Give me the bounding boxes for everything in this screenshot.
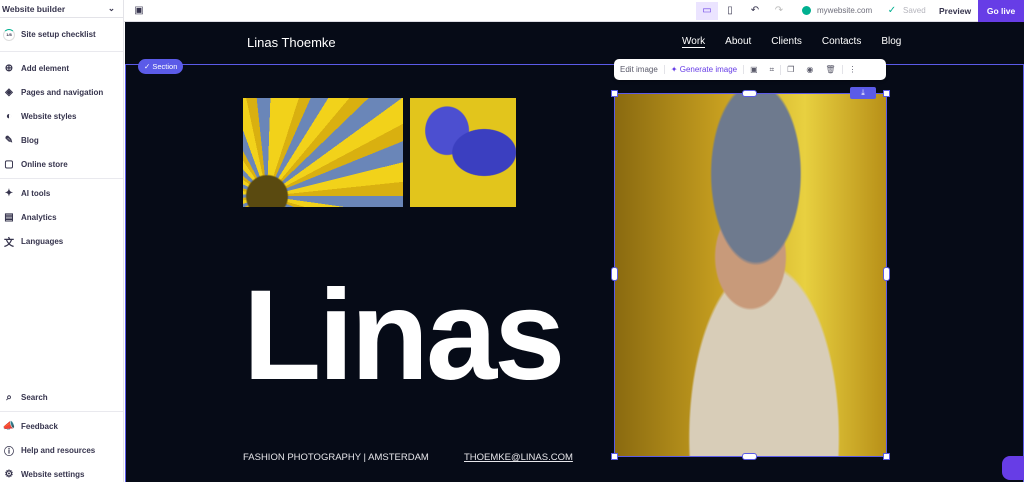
chevron-down-icon: ⌄ xyxy=(107,3,115,13)
sidebar-item-search[interactable]: ⌕ Search xyxy=(0,385,123,409)
site-canvas: Linas Thoemke Work About Clients Contact… xyxy=(125,22,1024,482)
gear-icon: ⚙ xyxy=(4,468,14,480)
sidebar-item-label: Website styles xyxy=(21,111,77,121)
download-icon[interactable]: ⤓ xyxy=(850,87,876,99)
sidebar-item-pages[interactable]: ◈ Pages and navigation xyxy=(0,80,123,104)
sidebar-item-feedback[interactable]: 📣 Feedback xyxy=(0,414,123,438)
nav-blog[interactable]: Blog xyxy=(881,36,901,48)
resize-handle-br[interactable] xyxy=(883,453,890,460)
yellow-flower-photo[interactable] xyxy=(243,98,403,207)
trash-icon[interactable]: 🗑 xyxy=(819,65,843,74)
preview-button[interactable]: Preview xyxy=(939,2,971,20)
domain-link[interactable]: mywebsite.com xyxy=(817,2,872,20)
sidebar-item-checklist[interactable]: 1/8 Site setup checklist xyxy=(0,18,123,52)
nav-about[interactable]: About xyxy=(725,36,751,48)
search-icon: ⌕ xyxy=(6,391,12,403)
desktop-view-icon[interactable]: ▭ xyxy=(696,1,718,20)
section-badge-label: Section xyxy=(152,62,178,71)
site-logo-text[interactable]: Linas Thoemke xyxy=(247,35,336,50)
image-toolbar: Edit image ✦ Generate image ▣ ⌗ ❐ ◉ 🗑 ⋮ xyxy=(614,59,886,80)
sidebar-item-help[interactable]: ⓘ Help and resources xyxy=(0,438,123,462)
sidebar-item-label: Blog xyxy=(21,135,39,145)
toggle-sidebar-icon[interactable]: ▣ xyxy=(132,2,146,20)
go-live-button[interactable]: Go live xyxy=(978,0,1024,22)
resize-handle-t[interactable] xyxy=(742,90,757,97)
nav-work[interactable]: Work xyxy=(682,36,706,48)
sidebar-item-analytics[interactable]: ▤ Analytics xyxy=(0,205,123,229)
sidebar-item-label: Online store xyxy=(21,159,68,169)
sidebar-item-label: Analytics xyxy=(21,212,57,222)
megaphone-icon: 📣 xyxy=(2,420,16,432)
nav-clients[interactable]: Clients xyxy=(771,36,802,48)
resize-handle-b[interactable] xyxy=(742,453,757,460)
sidebar-item-label: Website settings xyxy=(21,469,85,479)
palette-icon: ◐ xyxy=(5,110,13,122)
pen-icon: ✎ xyxy=(4,134,14,146)
website-builder-dropdown[interactable]: Website builder ⌄ xyxy=(0,0,123,18)
more-options-icon[interactable]: ⋮ xyxy=(843,65,863,74)
help-icon: ⓘ xyxy=(4,446,14,458)
sidebar: Website builder ⌄ 1/8 Site setup checklis… xyxy=(0,0,124,482)
resize-handle-r[interactable] xyxy=(883,267,890,281)
resize-handle-l[interactable] xyxy=(611,267,618,281)
plus-circle-icon: ⊕ xyxy=(4,62,14,74)
sidebar-item-styles[interactable]: ◐ Website styles xyxy=(0,104,123,128)
sidebar-item-label: Search xyxy=(21,392,48,402)
undo-icon[interactable]: ↶ xyxy=(748,2,762,20)
generate-image-button[interactable]: ✦ Generate image xyxy=(665,65,745,74)
generate-image-label: Generate image xyxy=(679,65,738,74)
replace-image-icon[interactable]: ▣ xyxy=(744,65,764,74)
sidebar-item-label: Help and resources xyxy=(21,445,96,455)
edit-image-button[interactable]: Edit image xyxy=(614,65,665,74)
sidebar-item-add-element[interactable]: ⊕ Add element xyxy=(0,56,123,80)
portrait-photo-selected[interactable] xyxy=(614,93,887,457)
sidebar-item-label: Languages xyxy=(21,236,64,246)
blue-flower-photo[interactable] xyxy=(410,98,516,207)
chat-support-icon[interactable] xyxy=(1002,456,1024,480)
resize-handle-tr[interactable] xyxy=(883,90,890,97)
sidebar-item-label: Pages and navigation xyxy=(21,87,104,97)
progress-ring-icon: 1/8 xyxy=(3,28,15,41)
duplicate-icon[interactable]: ❐ xyxy=(781,65,800,74)
bag-icon: ▢ xyxy=(4,158,14,170)
translate-icon: 文 xyxy=(4,237,14,249)
sidebar-item-blog[interactable]: ✎ Blog xyxy=(0,128,123,152)
resize-handle-tl[interactable] xyxy=(611,90,618,97)
layers-icon: ◈ xyxy=(5,86,13,98)
sidebar-item-label: AI tools xyxy=(21,188,51,198)
hero-title[interactable]: Linas xyxy=(243,272,565,400)
email-link[interactable]: THOEMKE@LINAS.COM xyxy=(464,452,573,463)
tagline[interactable]: FASHION PHOTOGRAPHY | AMSTERDAM xyxy=(243,452,429,463)
status-dot-icon xyxy=(802,6,811,15)
sidebar-item-label: Feedback xyxy=(21,421,58,431)
mobile-view-icon[interactable]: ▯ xyxy=(722,2,738,20)
top-bar: ▣ ▭ ▯ ↶ ↷ mywebsite.com ✓ Saved Preview … xyxy=(124,0,1024,22)
sidebar-item-languages[interactable]: 文 Languages xyxy=(0,229,123,253)
section-badge[interactable]: ✓ Section xyxy=(138,59,184,74)
sparkle-icon: ✦ xyxy=(670,65,680,74)
sidebar-title: Website builder xyxy=(2,3,66,14)
redo-icon: ↷ xyxy=(774,5,784,16)
sidebar-item-label: Site setup checklist xyxy=(21,30,96,39)
sparkle-icon: ✦ xyxy=(4,187,14,199)
site-nav: Work About Clients Contacts Blog xyxy=(682,36,901,48)
sidebar-item-label: Add element xyxy=(21,63,70,73)
sidebar-item-settings[interactable]: ⚙ Website settings xyxy=(0,462,123,486)
chart-icon: ▤ xyxy=(4,211,14,223)
crop-icon[interactable]: ⌗ xyxy=(764,64,782,75)
check-icon: ✓ xyxy=(144,62,153,71)
eye-icon[interactable]: ◉ xyxy=(800,65,819,74)
nav-contacts[interactable]: Contacts xyxy=(822,36,861,48)
saved-status: Saved xyxy=(903,6,926,15)
sidebar-item-ai-tools[interactable]: ✦ AI tools xyxy=(0,181,123,205)
resize-handle-bl[interactable] xyxy=(611,453,618,460)
saved-check-icon: ✓ xyxy=(887,5,897,16)
sidebar-item-store[interactable]: ▢ Online store xyxy=(0,152,123,176)
